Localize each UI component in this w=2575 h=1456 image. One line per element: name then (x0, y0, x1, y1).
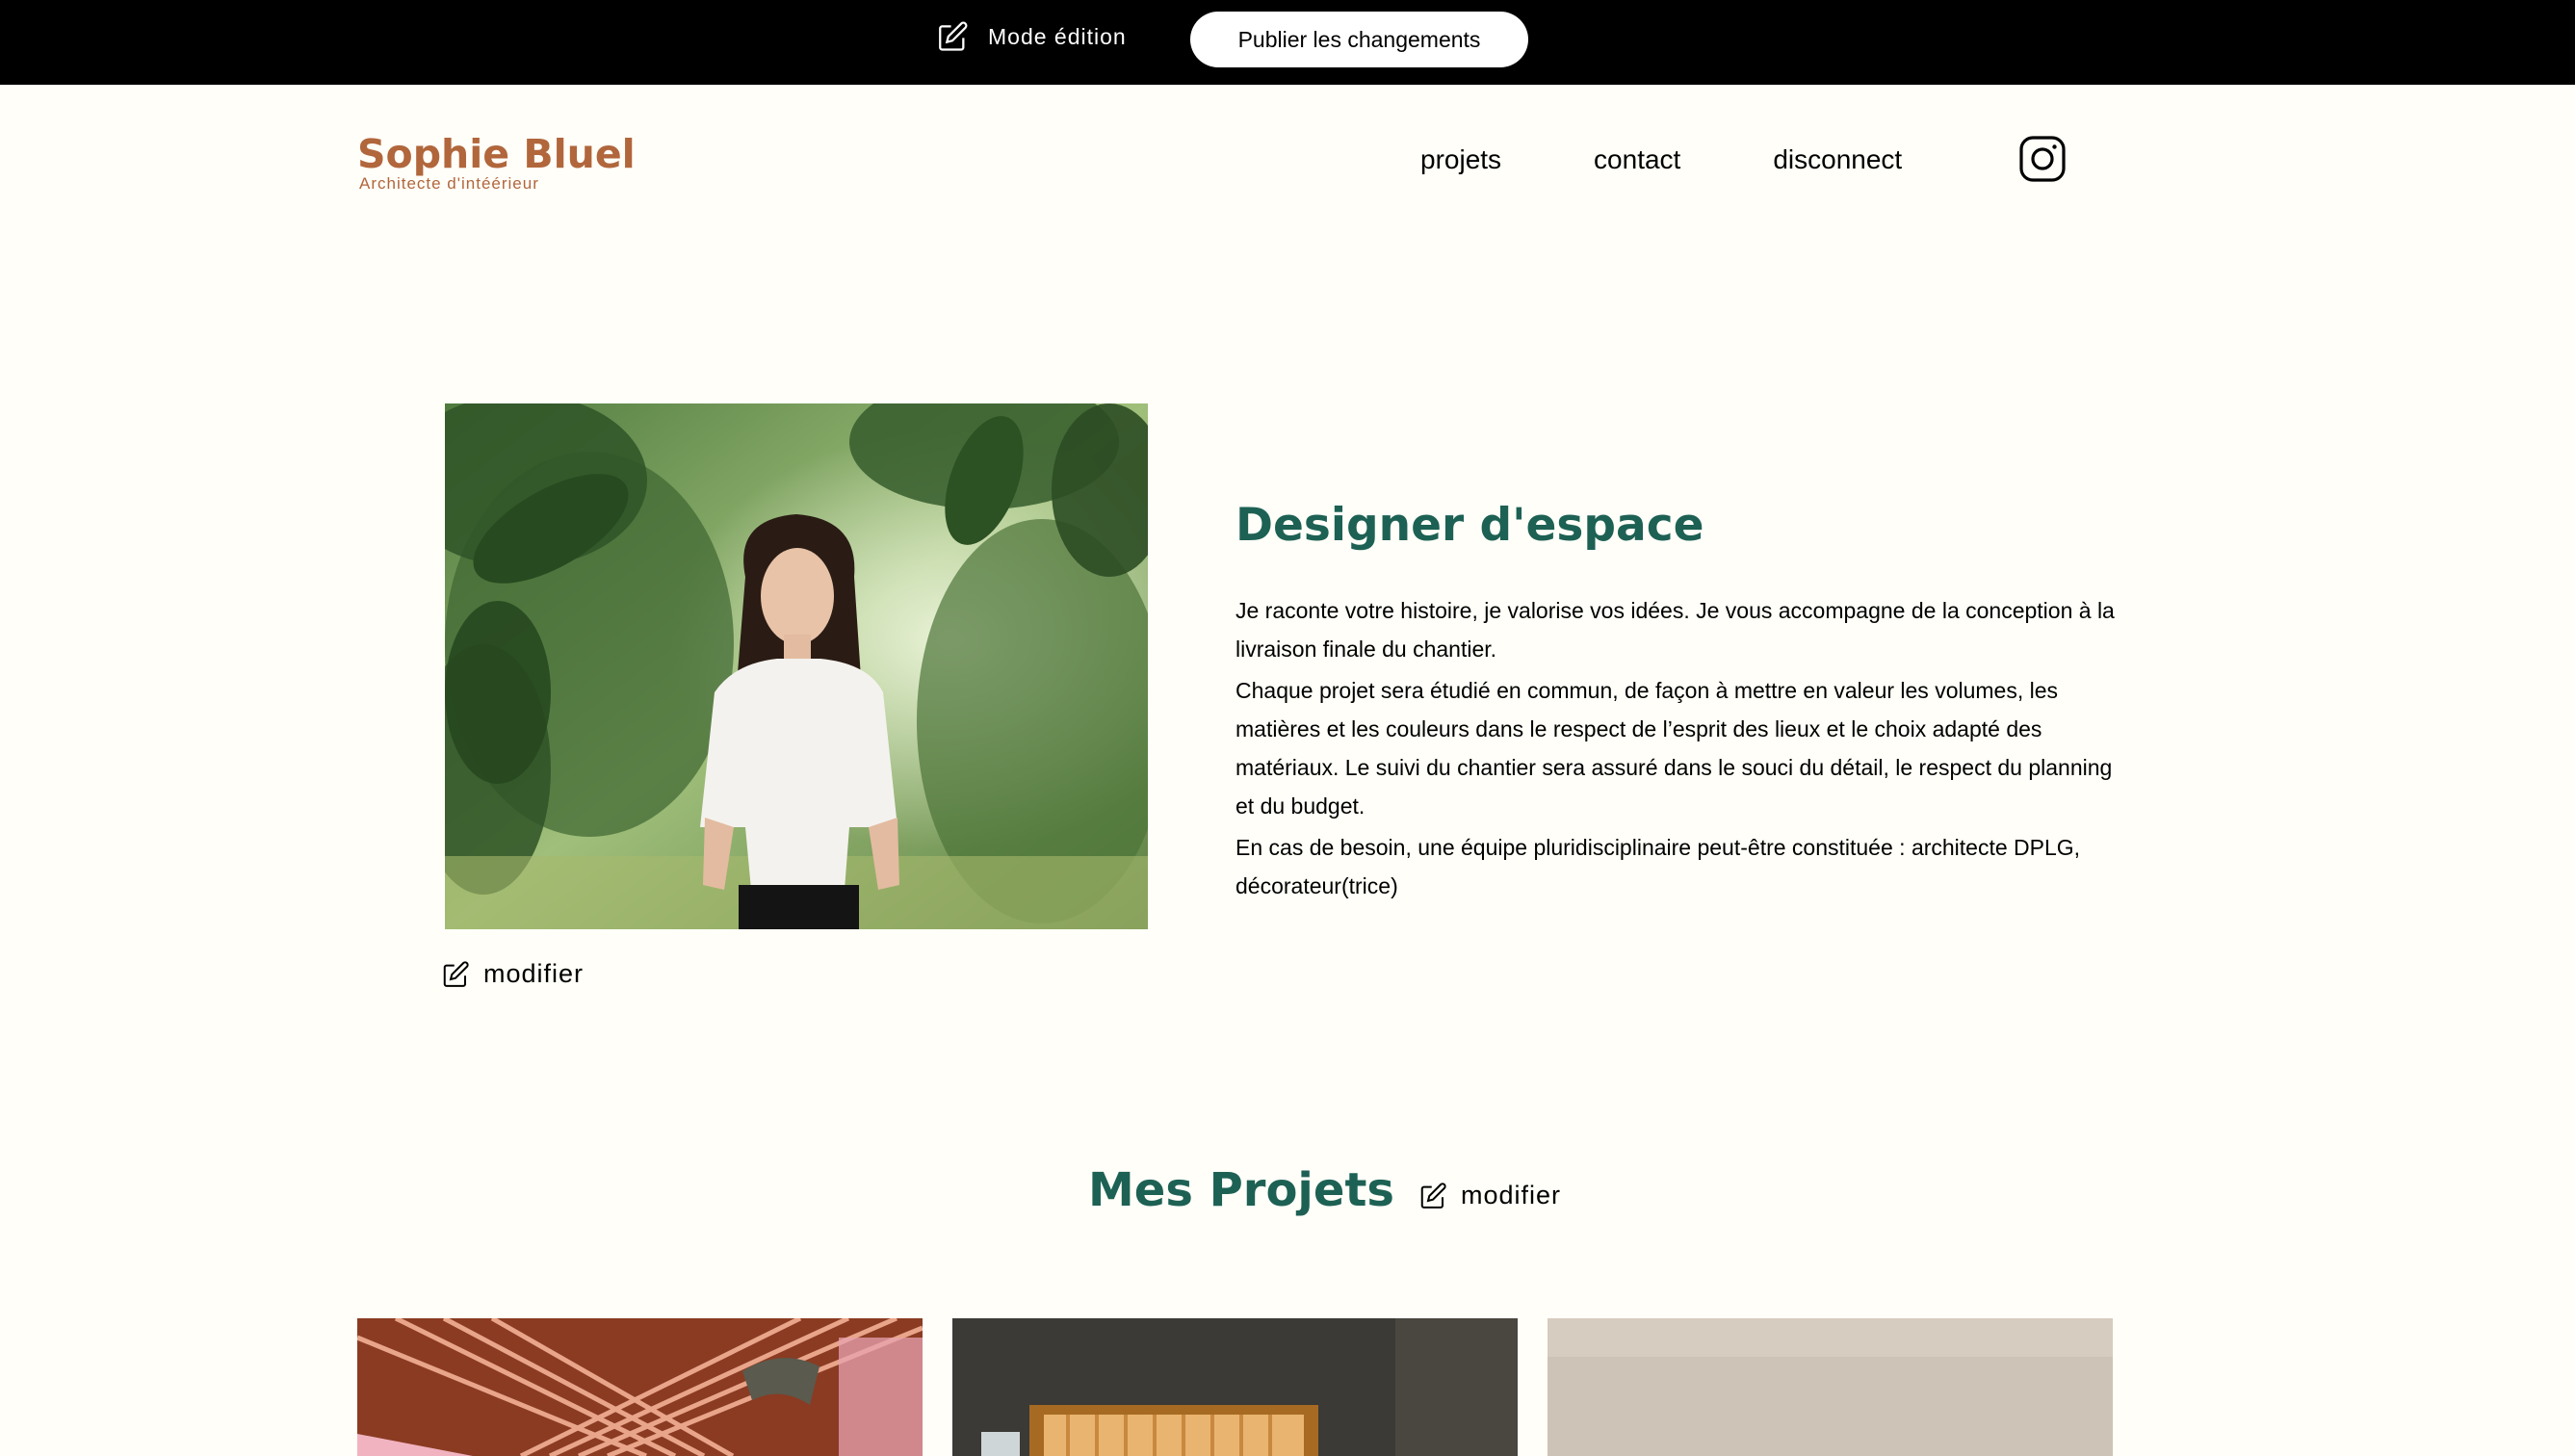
portrait-photo (445, 403, 1148, 929)
edit-mode-indicator: Mode édition (936, 17, 1127, 56)
edit-icon (1420, 1182, 1446, 1209)
main-nav: projets contact disconnect (1420, 144, 1994, 175)
nav-link-projets[interactable]: projets (1420, 144, 1501, 175)
modify-label: modifier (1461, 1181, 1562, 1209)
project-card-image[interactable] (357, 1318, 923, 1456)
logo-subtitle: Architecte d'intéérieur (359, 174, 539, 193)
publish-changes-button[interactable]: Publier les changements (1190, 12, 1528, 67)
modify-portrait-button[interactable]: modifier (441, 959, 584, 989)
instagram-icon[interactable] (2018, 135, 2067, 183)
edit-icon (443, 960, 469, 987)
nav-link-disconnect[interactable]: disconnect (1773, 144, 1902, 175)
edit-mode-label: Mode édition (988, 23, 1127, 49)
edit-icon (939, 21, 968, 51)
site-logo[interactable]: Sophie Bluel Architecte d'intéérieur (357, 133, 636, 193)
intro-paragraph: Chaque projet sera étudié en commun, de … (1235, 678, 2113, 819)
intro-paragraph: En cas de besoin, une équipe pluridiscip… (1235, 835, 2081, 898)
logo-name: Sophie Bluel (357, 131, 636, 177)
nav-link-contact[interactable]: contact (1594, 144, 1680, 175)
intro-paragraph: Je raconte votre histoire, je valorise v… (1235, 598, 2115, 662)
intro-title: Designer d'espace (1235, 499, 1704, 552)
modify-label: modifier (483, 959, 585, 988)
intro-description: Je raconte votre histoire, je valorise v… (1235, 591, 2121, 908)
projects-title: Mes Projets (1088, 1163, 1394, 1217)
project-card-image[interactable] (952, 1318, 1518, 1456)
project-card-image[interactable] (1548, 1318, 2113, 1456)
modify-projects-button[interactable]: modifier (1418, 1181, 1561, 1210)
edit-mode-bar: Mode édition Publier les changements (0, 0, 2575, 85)
